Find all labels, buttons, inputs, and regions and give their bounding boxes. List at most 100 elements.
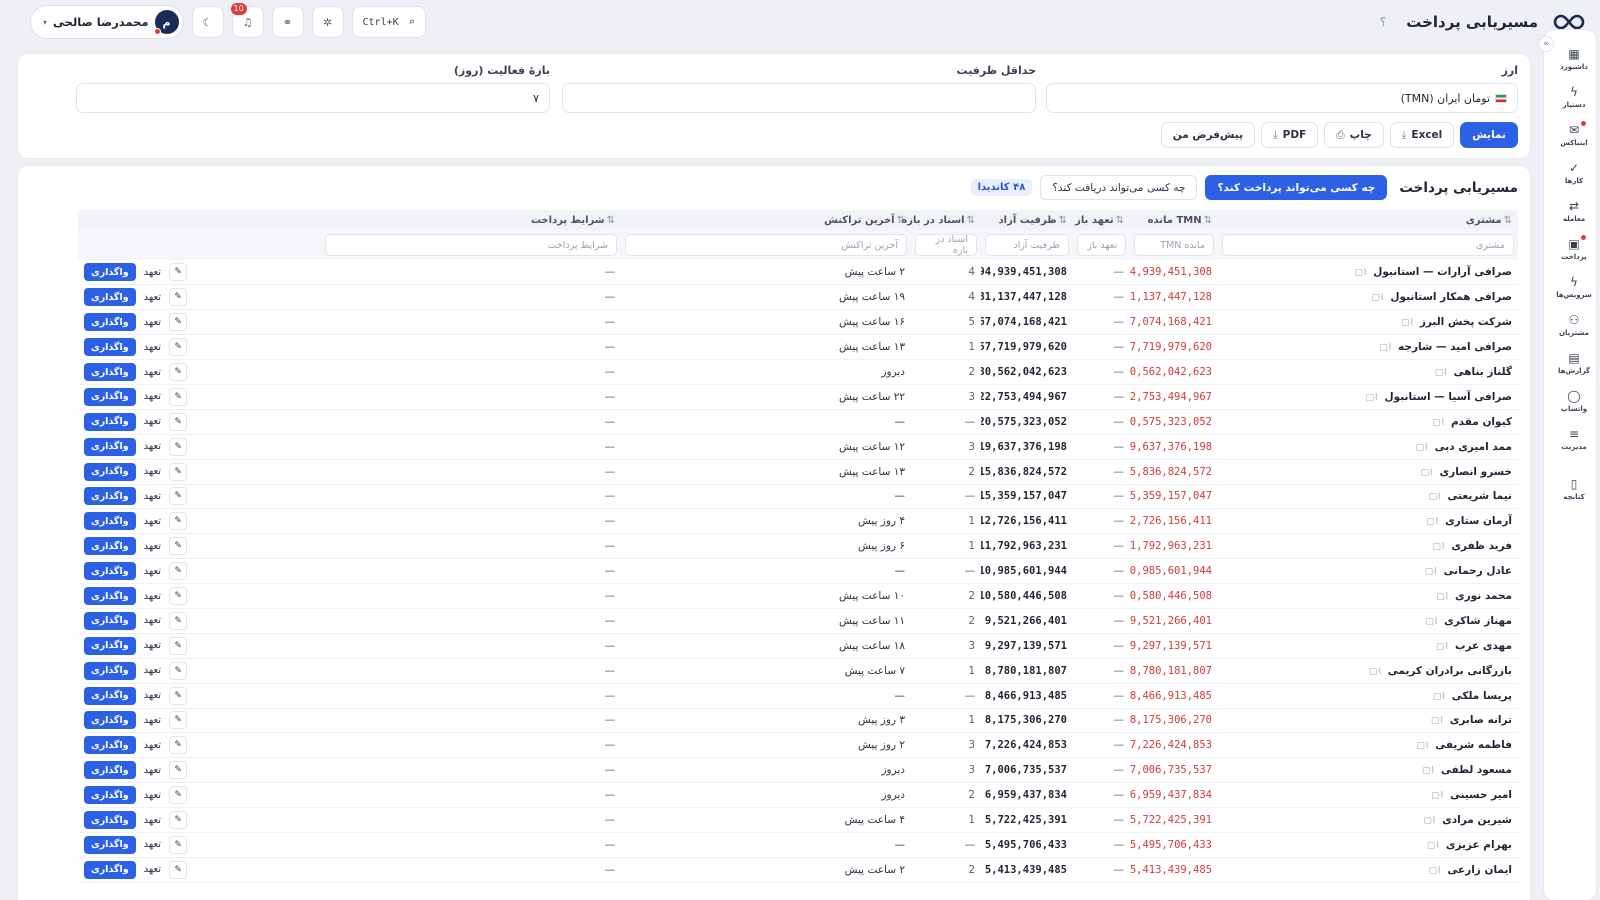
activity-icon[interactable]: ⌇▢: [1372, 293, 1385, 303]
commit-button[interactable]: تعهد: [140, 815, 165, 826]
assign-button[interactable]: واگذاری: [84, 263, 136, 282]
sidebar-item-3[interactable]: ✓ کارها: [1548, 154, 1600, 192]
customer-cell[interactable]: پریسا ملکی⌇▢: [1218, 683, 1518, 709]
column-filter-input[interactable]: شرایط پرداخت: [325, 234, 617, 256]
commit-button[interactable]: تعهد: [140, 491, 165, 502]
activity-icon[interactable]: ⌇▢: [1428, 866, 1441, 876]
commit-button[interactable]: تعهد: [140, 665, 165, 676]
customer-cell[interactable]: امیر حسینی⌇▢: [1218, 782, 1518, 809]
customer-cell[interactable]: بهرام عزیزی⌇▢: [1218, 832, 1518, 858]
activity-icon[interactable]: ⌇▢: [1369, 667, 1382, 677]
activity-icon[interactable]: ⌇▢: [1401, 318, 1414, 328]
edit-icon[interactable]: ✎: [169, 786, 188, 805]
assign-button[interactable]: واگذاری: [84, 387, 136, 406]
sidebar-item-1[interactable]: ϟ دستیار: [1548, 78, 1600, 116]
assign-button[interactable]: واگذاری: [84, 711, 136, 730]
activity-icon[interactable]: ⌇▢: [1366, 393, 1379, 403]
commit-button[interactable]: تعهد: [140, 292, 165, 303]
column-header-6[interactable]: ⇅شرایط پرداخت: [321, 210, 621, 230]
edit-icon[interactable]: ✎: [169, 711, 188, 730]
edit-icon[interactable]: ✎: [169, 412, 188, 431]
activity-icon[interactable]: ⌇▢: [1425, 567, 1438, 577]
activity-icon[interactable]: ⌇▢: [1416, 741, 1429, 751]
commit-button[interactable]: تعهد: [140, 441, 165, 452]
customer-cell[interactable]: صرافی آرارات — استانبول⌇▢: [1218, 260, 1518, 286]
min-capacity-input[interactable]: [562, 83, 1036, 113]
edit-icon[interactable]: ✎: [169, 811, 188, 830]
edit-icon[interactable]: ✎: [169, 462, 188, 481]
table-row[interactable]: ایمان زارعی⌇▢ 5,413,439,485—5,413,439,485…: [78, 857, 1518, 883]
commit-button[interactable]: تعهد: [140, 690, 165, 701]
edit-icon[interactable]: ✎: [169, 686, 188, 705]
edit-icon[interactable]: ✎: [169, 487, 188, 506]
column-header-2[interactable]: ⇅تعهد باز: [1073, 210, 1130, 230]
customer-cell[interactable]: گلناز بناهی⌇▢: [1218, 359, 1518, 385]
table-row[interactable]: پریسا ملکی⌇▢ 8,466,913,485—8,466,913,485—…: [78, 683, 1518, 709]
commit-button[interactable]: تعهد: [140, 640, 165, 651]
edit-icon[interactable]: ✎: [169, 263, 188, 282]
customer-cell[interactable]: محمد نوری⌇▢: [1218, 583, 1518, 609]
debug-button[interactable]: ✲: [311, 6, 344, 38]
column-header-1[interactable]: ⇅TMN مانده: [1130, 210, 1218, 230]
edit-icon[interactable]: ✎: [169, 288, 188, 307]
column-filter-input[interactable]: اسناد در بازه: [915, 234, 977, 256]
commit-button[interactable]: تعهد: [140, 591, 165, 602]
customer-cell[interactable]: خسرو انصاری⌇▢: [1218, 459, 1518, 485]
table-row[interactable]: مهدی عرب⌇▢ 9,297,139,571—9,297,139,571 3 ۱۸…: [78, 633, 1518, 659]
activity-icon[interactable]: ⌇▢: [1433, 692, 1446, 702]
column-header-5[interactable]: ⇅آخرین تراکنش: [621, 210, 911, 230]
assign-button[interactable]: واگذاری: [84, 562, 136, 581]
assign-button[interactable]: واگذاری: [84, 487, 136, 506]
edit-icon[interactable]: ✎: [169, 537, 188, 556]
edit-icon[interactable]: ✎: [169, 562, 188, 581]
table-row[interactable]: ترانه صابری⌇▢ 8,175,306,270—8,175,306,270…: [78, 708, 1518, 734]
table-row[interactable]: شرکت پخش البرز⌇▢ 67,074,168,421—67,074,16…: [78, 309, 1518, 336]
customer-cell[interactable]: فرید ظفری⌇▢: [1218, 533, 1518, 560]
assign-button[interactable]: واگذاری: [84, 512, 136, 531]
assign-button[interactable]: واگذاری: [84, 811, 136, 830]
activity-icon[interactable]: ⌇▢: [1431, 791, 1444, 801]
activity-icon[interactable]: ⌇▢: [1354, 268, 1367, 278]
commit-button[interactable]: تعهد: [140, 342, 165, 353]
activity-icon[interactable]: ⌇▢: [1436, 592, 1449, 602]
sidebar-item-10[interactable]: ≡ مدیریت: [1548, 420, 1600, 458]
column-filter-input[interactable]: مشتری: [1222, 234, 1514, 256]
help-icon[interactable]: ؟: [1380, 15, 1386, 29]
customer-cell[interactable]: مسعود لطفی⌇▢: [1218, 757, 1518, 784]
customer-cell[interactable]: بازرگانی برادران کریمی⌇▢: [1218, 658, 1518, 684]
assign-button[interactable]: واگذاری: [84, 636, 136, 655]
activity-icon[interactable]: ⌇▢: [1435, 368, 1448, 378]
table-row[interactable]: بهرام عزیزی⌇▢ 5,495,706,433—5,495,706,433…: [78, 832, 1518, 858]
edit-icon[interactable]: ✎: [169, 512, 188, 531]
activity-icon[interactable]: ⌇▢: [1425, 617, 1438, 627]
table-row[interactable]: ممد امیری دبی⌇▢ 19,637,376,198—19,637,376…: [78, 434, 1518, 460]
tab-who-can-pay[interactable]: چه کسی می‌تواند پرداخت کند؟: [1205, 175, 1388, 200]
activity-icon[interactable]: ⌇▢: [1422, 766, 1435, 776]
table-row[interactable]: شیرین مرادی⌇▢ 5,722,425,391—5,722,425,391…: [78, 807, 1518, 833]
edit-icon[interactable]: ✎: [169, 587, 188, 606]
tab-who-can-receive[interactable]: چه کسی می‌تواند دریافت کند؟: [1040, 175, 1198, 200]
column-filter-input[interactable]: آخرین تراکنش: [625, 234, 907, 256]
activity-icon[interactable]: ⌇▢: [1432, 542, 1445, 552]
commit-button[interactable]: تعهد: [140, 541, 165, 552]
table-row[interactable]: صرافی امید — شارجه⌇▢ 57,719,979,620—57,71…: [78, 334, 1518, 361]
customer-cell[interactable]: صرافی همکار استانبول⌇▢: [1218, 284, 1518, 311]
customer-cell[interactable]: ترانه صابری⌇▢: [1218, 708, 1518, 734]
table-row[interactable]: مهناز شاکری⌇▢ 9,521,266,401—9,521,266,401…: [78, 608, 1518, 634]
edit-icon[interactable]: ✎: [169, 636, 188, 655]
activity-icon[interactable]: ⌇▢: [1421, 468, 1434, 478]
customer-cell[interactable]: صرافی آسیا — استانبول⌇▢: [1218, 384, 1518, 410]
commit-button[interactable]: تعهد: [140, 864, 165, 875]
assign-button[interactable]: واگذاری: [84, 686, 136, 705]
assign-button[interactable]: واگذاری: [84, 462, 136, 481]
customer-cell[interactable]: مهناز شاکری⌇▢: [1218, 608, 1518, 634]
column-filter-input[interactable]: مانده TMN: [1134, 234, 1214, 256]
assign-button[interactable]: واگذاری: [84, 338, 136, 357]
customer-cell[interactable]: مهدی عرب⌇▢: [1218, 633, 1518, 659]
edit-icon[interactable]: ✎: [169, 835, 188, 854]
table-row[interactable]: نیما شریعتی⌇▢ 15,359,157,047—15,359,157,0…: [78, 484, 1518, 510]
activity-icon[interactable]: ⌇▢: [1427, 841, 1440, 851]
activity-icon[interactable]: ⌇▢: [1429, 492, 1442, 502]
show-button[interactable]: نمایش: [1460, 122, 1518, 148]
sidebar-item-9[interactable]: ◯ واتساپ: [1548, 382, 1600, 420]
